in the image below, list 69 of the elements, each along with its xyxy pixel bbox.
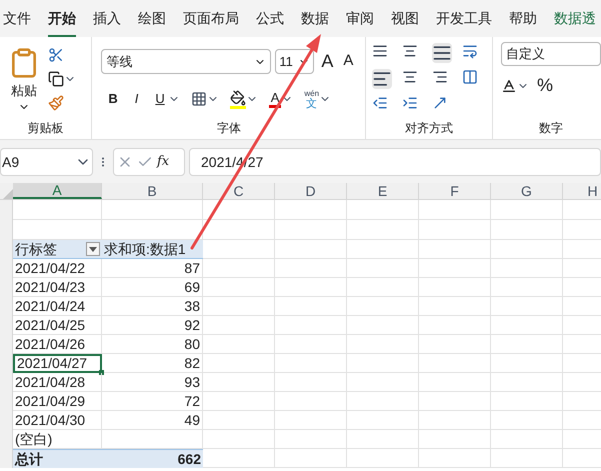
bold-button[interactable]: B [105,89,121,109]
align-left-icon[interactable] [372,69,392,89]
ribbon-tab[interactable]: 页面布局 [183,8,239,37]
ribbon-tab[interactable]: 文件 [3,8,31,37]
column-header[interactable]: C [203,183,275,199]
font-size-field[interactable]: 11 [275,49,314,74]
percent-button[interactable]: % [537,72,554,99]
align-center-icon[interactable] [402,69,418,85]
italic-button[interactable]: I [132,89,142,109]
row-label-cell[interactable]: 2021/04/24 [13,297,102,316]
orientation-icon[interactable] [432,95,448,111]
group-label: 数字 [539,120,563,137]
number-format-field[interactable]: 自定义 [501,42,601,66]
ribbon-tab[interactable]: 数据 [301,8,329,37]
indent-decrease-icon[interactable] [372,95,388,111]
column-header[interactable]: A [13,183,102,199]
border-icon[interactable] [190,91,207,107]
row-label-cell[interactable]: 2021/04/30 [13,411,102,430]
ribbon-tab[interactable]: 插入 [93,8,121,37]
column-header[interactable]: B [102,183,203,199]
row-label-cell[interactable]: 2021/04/22 [13,259,102,278]
ribbon-tab[interactable]: 开发工具 [436,8,492,37]
merge-icon[interactable] [462,69,478,85]
paste-button[interactable]: 粘贴 [8,45,40,119]
group-label: 对齐方式 [405,120,454,137]
insert-function-button[interactable]: fx [157,152,170,172]
column-header[interactable]: F [419,183,491,199]
column-header[interactable]: E [347,183,419,199]
copy-icon[interactable] [48,71,64,87]
ribbon-tab[interactable]: 数据透 [554,8,596,37]
row-label-cell[interactable]: 2021/04/29 [13,392,102,411]
font-color-button[interactable]: A [268,90,282,108]
ribbon-tab[interactable]: 帮助 [509,8,537,37]
filter-dropdown-button[interactable] [86,242,100,256]
shrink-font-button[interactable]: A [340,50,356,73]
column-header[interactable]: D [275,183,347,199]
ribbon-tab[interactable]: 视图 [391,8,419,37]
align-top-icon[interactable] [372,43,388,59]
align-right-icon[interactable] [432,69,448,85]
ribbon-tab[interactable]: 审阅 [346,8,374,37]
row-label-cell[interactable]: 2021/04/23 [13,278,102,297]
total-label-cell: 总计 [13,449,102,468]
name-box[interactable]: A9 [0,148,93,176]
wrap-text-icon[interactable] [462,43,478,59]
fill-color-button[interactable] [230,90,246,108]
ribbon-tab[interactable]: 公式 [256,8,284,37]
underline-button[interactable]: U [152,89,168,109]
indent-increase-icon[interactable] [402,95,418,111]
row-label-cell[interactable]: 2021/04/28 [13,373,102,392]
table-header-cell: 求和项:数据1 [102,240,203,259]
total-value-cell: 662 [102,449,203,468]
format-painter-icon[interactable] [48,95,64,111]
column-header[interactable]: H [563,183,601,199]
fill-handle[interactable] [99,370,104,375]
phonetic-button[interactable]: wén 文 [304,89,320,109]
table-header-cell: 行标签 [13,240,102,259]
triangle-down-icon [89,246,97,252]
align-middle-icon[interactable] [402,43,418,59]
row-label-cell[interactable]: 2021/04/27 [13,354,102,373]
cut-icon[interactable] [48,47,64,63]
font-name-field[interactable]: 等线 [101,49,272,74]
row-label-cell[interactable]: 2021/04/25 [13,316,102,335]
group-label: 字体 [216,120,241,137]
column-header[interactable]: G [491,183,563,199]
ribbon-tab[interactable]: 绘图 [138,8,166,37]
grow-font-button[interactable]: A [318,48,336,75]
align-bottom-icon[interactable] [432,43,452,63]
row-label-cell[interactable]: 2021/04/26 [13,335,102,354]
group-label: 剪贴板 [28,120,64,137]
